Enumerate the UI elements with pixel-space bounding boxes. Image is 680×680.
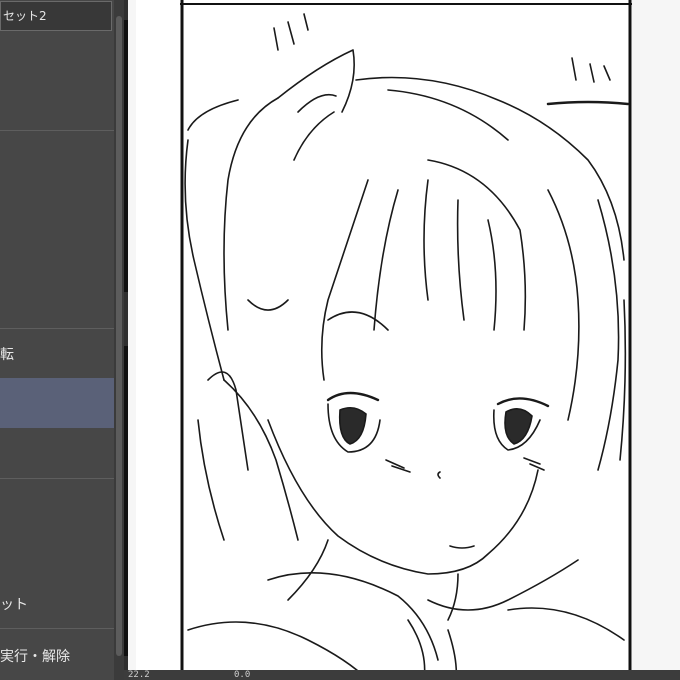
sketch-artwork[interactable]: [128, 0, 680, 680]
menu-item-label: 実行・解除: [0, 649, 70, 665]
rotation-readout[interactable]: 0.0: [234, 670, 250, 680]
panel-divider: [0, 478, 114, 479]
zoom-readout[interactable]: 22.2: [128, 670, 150, 680]
status-bar: 22.2 0.0: [124, 670, 680, 680]
sub-tool-set-tab[interactable]: セット2: [0, 1, 112, 31]
tool-property-panel: [0, 0, 124, 680]
panel-scrollbar-thumb[interactable]: [116, 16, 122, 656]
menu-item-execute-release[interactable]: 実行・解除: [0, 646, 114, 666]
menu-item-set[interactable]: ット: [0, 594, 114, 614]
menu-item-selected[interactable]: [0, 378, 114, 428]
menu-item-label: ット: [0, 597, 28, 613]
panel-divider: [0, 130, 114, 131]
panel-divider: [0, 628, 114, 629]
panel-divider: [0, 328, 114, 329]
menu-item-label: 転: [0, 347, 14, 363]
menu-item-rotate[interactable]: 転: [0, 344, 114, 364]
